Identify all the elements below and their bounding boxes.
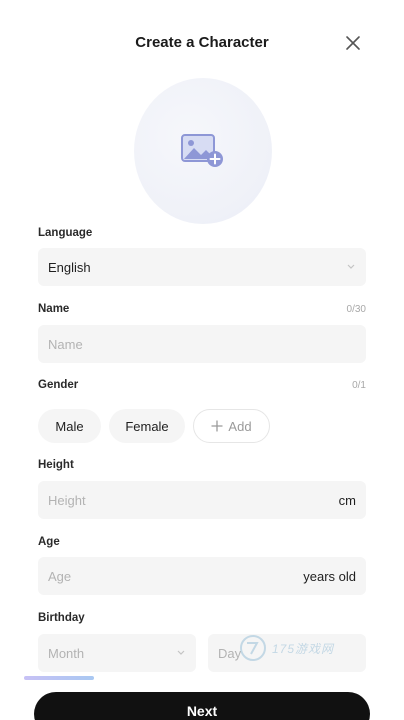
- close-icon: [346, 36, 360, 50]
- language-label: Language: [38, 227, 93, 239]
- watermark-logo-icon: [240, 635, 266, 661]
- name-label: Name: [38, 303, 70, 315]
- gender-chip-male[interactable]: Male: [38, 409, 101, 443]
- image-add-icon: [181, 134, 223, 167]
- height-label: Height: [38, 459, 74, 471]
- age-unit: years old: [303, 568, 356, 584]
- age-label: Age: [38, 536, 60, 548]
- close-button[interactable]: [340, 30, 366, 56]
- language-select[interactable]: English: [38, 248, 366, 286]
- chevron-down-icon: [346, 262, 356, 272]
- birthday-label: Birthday: [38, 612, 85, 624]
- next-button[interactable]: Next: [34, 692, 370, 720]
- height-input[interactable]: Height cm: [38, 481, 366, 519]
- language-value: English: [48, 259, 91, 275]
- name-counter: 0/30: [346, 304, 366, 315]
- plus-icon: [211, 420, 224, 432]
- header: Create a Character: [0, 0, 404, 88]
- add-gender-button[interactable]: Add: [193, 409, 270, 443]
- gender-counter: 0/1: [352, 380, 366, 391]
- add-gender-label: Add: [228, 418, 252, 434]
- progress-bar: [24, 676, 94, 680]
- height-unit: cm: [338, 492, 356, 508]
- birthday-month-select[interactable]: Month: [38, 634, 196, 672]
- name-input[interactable]: Name: [38, 325, 366, 363]
- name-placeholder: Name: [48, 336, 83, 352]
- watermark-text: 175游戏网: [272, 641, 335, 656]
- month-placeholder: Month: [48, 645, 85, 661]
- age-placeholder: Age: [48, 568, 72, 584]
- height-placeholder: Height: [48, 492, 86, 508]
- age-input[interactable]: Age years old: [38, 557, 366, 595]
- gender-chip-female[interactable]: Female: [109, 409, 185, 443]
- watermark: 175游戏网: [238, 628, 368, 668]
- chevron-down-icon: [176, 648, 186, 658]
- avatar-upload[interactable]: [134, 78, 272, 224]
- gender-label: Gender: [38, 379, 79, 391]
